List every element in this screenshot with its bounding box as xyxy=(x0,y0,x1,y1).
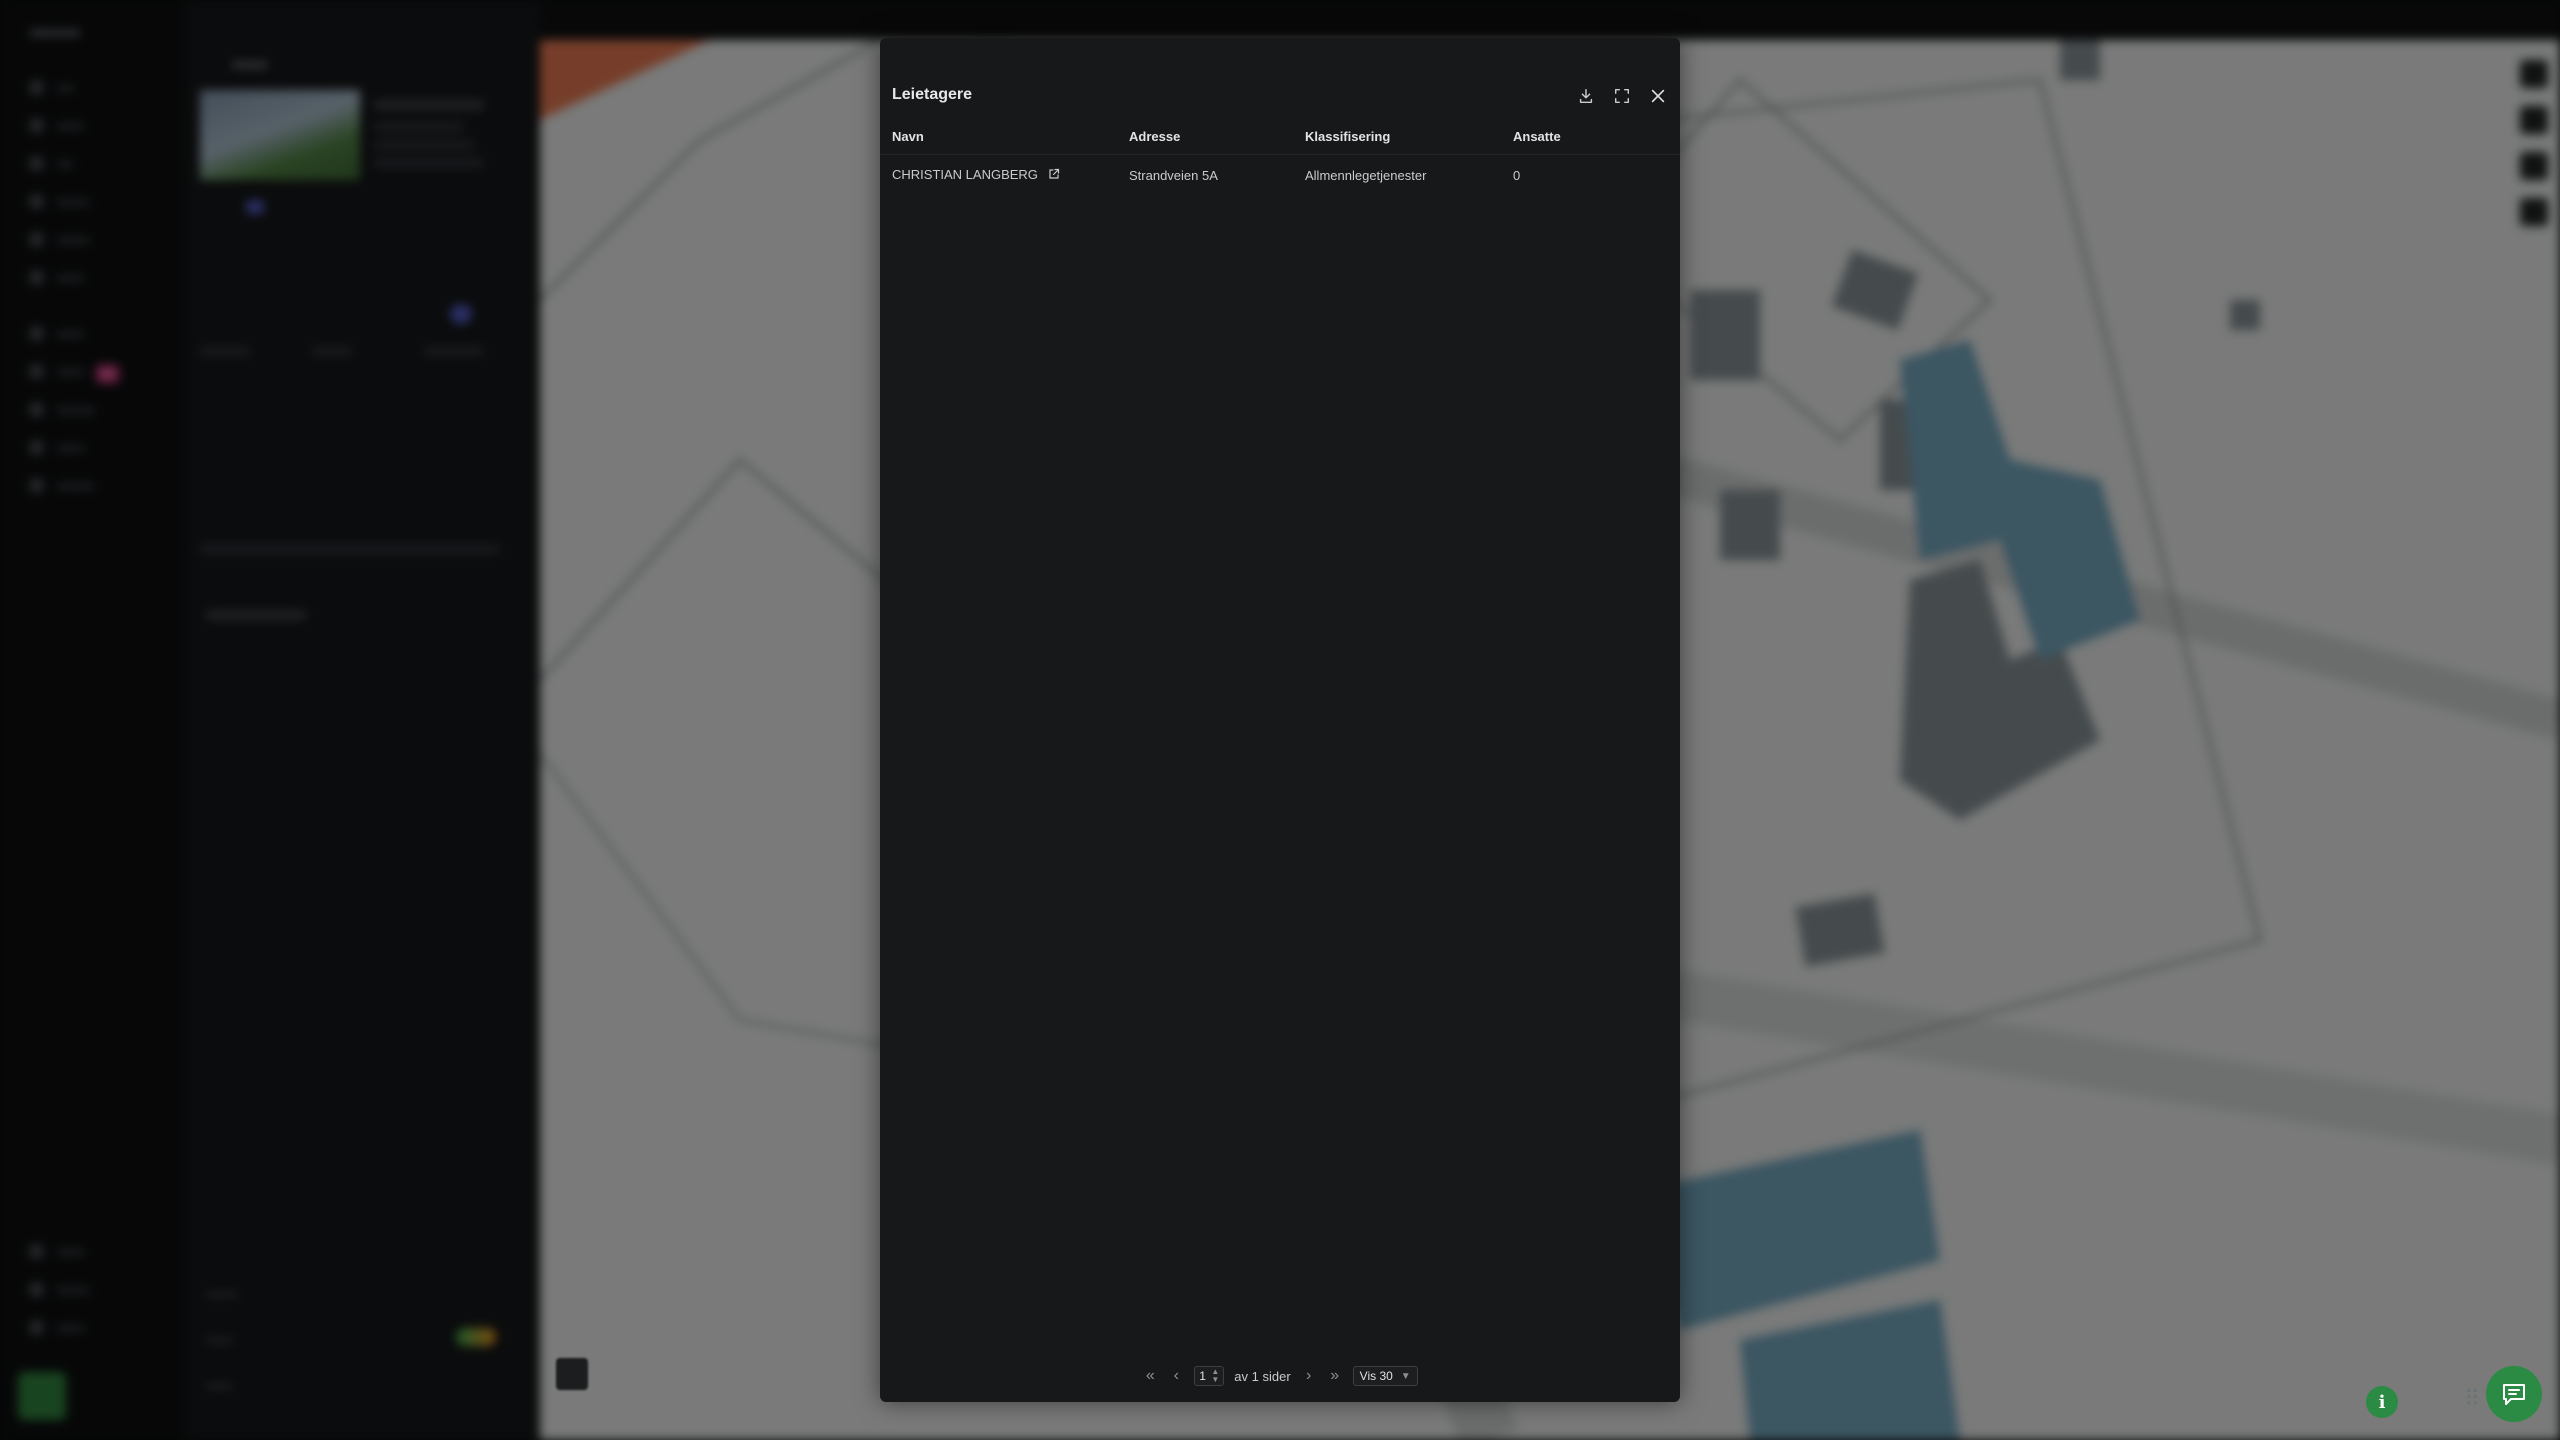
column-header-navn[interactable]: Navn xyxy=(880,118,1117,155)
modal-title: Leietagere xyxy=(892,86,973,103)
cell-ansatte: 0 xyxy=(1513,167,1521,183)
tenants-table: Navn Adresse Klassifisering Ansatte CHRI… xyxy=(880,118,1680,195)
close-icon xyxy=(1651,89,1665,103)
pagination: « ‹ 1 ▲ ▼ av 1 sider › » Vis 30 ▼ xyxy=(880,1366,1680,1386)
page-number-value: 1 xyxy=(1199,1369,1206,1383)
modal-actions xyxy=(1574,84,1670,108)
tenants-modal: Leietagere Navn Adresse Klassifisering A… xyxy=(880,38,1680,1402)
page-size-select[interactable]: Vis 30 ▼ xyxy=(1352,1366,1418,1386)
map-control xyxy=(556,1358,588,1390)
last-page-icon[interactable]: » xyxy=(1327,1367,1343,1385)
chevron-down-icon: ▼ xyxy=(1400,1370,1411,1382)
page-size-value: Vis 30 xyxy=(1359,1369,1393,1383)
external-link-icon[interactable] xyxy=(1048,168,1060,183)
download-button[interactable] xyxy=(1574,84,1598,108)
table-header-row: Navn Adresse Klassifisering Ansatte xyxy=(880,118,1680,155)
page-stepper-icon[interactable]: ▲ ▼ xyxy=(1211,1368,1219,1384)
cell-klassifisering: Allmennlegetjenester xyxy=(1305,167,1427,183)
page-number-input[interactable]: 1 ▲ ▼ xyxy=(1194,1366,1225,1386)
chat-icon xyxy=(2503,1384,2525,1405)
page-count-text: av 1 sider xyxy=(1234,1368,1291,1384)
column-header-adresse[interactable]: Adresse xyxy=(1117,118,1293,155)
cell-navn[interactable]: CHRISTIAN LANGBERG xyxy=(880,155,1117,196)
table-row[interactable]: CHRISTIAN LANGBERG Strandveien 5A Allmen… xyxy=(880,155,1680,196)
chat-button[interactable] xyxy=(2486,1366,2542,1422)
first-page-icon[interactable]: « xyxy=(1142,1367,1158,1385)
download-icon xyxy=(1579,88,1593,104)
drag-handle-icon[interactable]: ⠿ xyxy=(2464,1386,2480,1412)
column-header-ansatte[interactable]: Ansatte xyxy=(1501,118,1680,155)
next-page-icon[interactable]: › xyxy=(1301,1367,1317,1385)
tenant-name-link[interactable]: CHRISTIAN LANGBERG xyxy=(892,167,1038,182)
prev-page-icon[interactable]: ‹ xyxy=(1168,1367,1184,1385)
info-icon: i xyxy=(2378,1391,2386,1413)
fullscreen-button[interactable] xyxy=(1610,84,1634,108)
fullscreen-icon xyxy=(1614,88,1630,104)
close-button[interactable] xyxy=(1646,84,1670,108)
column-header-klassifisering[interactable]: Klassifisering xyxy=(1293,118,1501,155)
info-button[interactable]: i xyxy=(2366,1386,2398,1418)
cell-adresse: Strandveien 5A xyxy=(1129,167,1218,183)
